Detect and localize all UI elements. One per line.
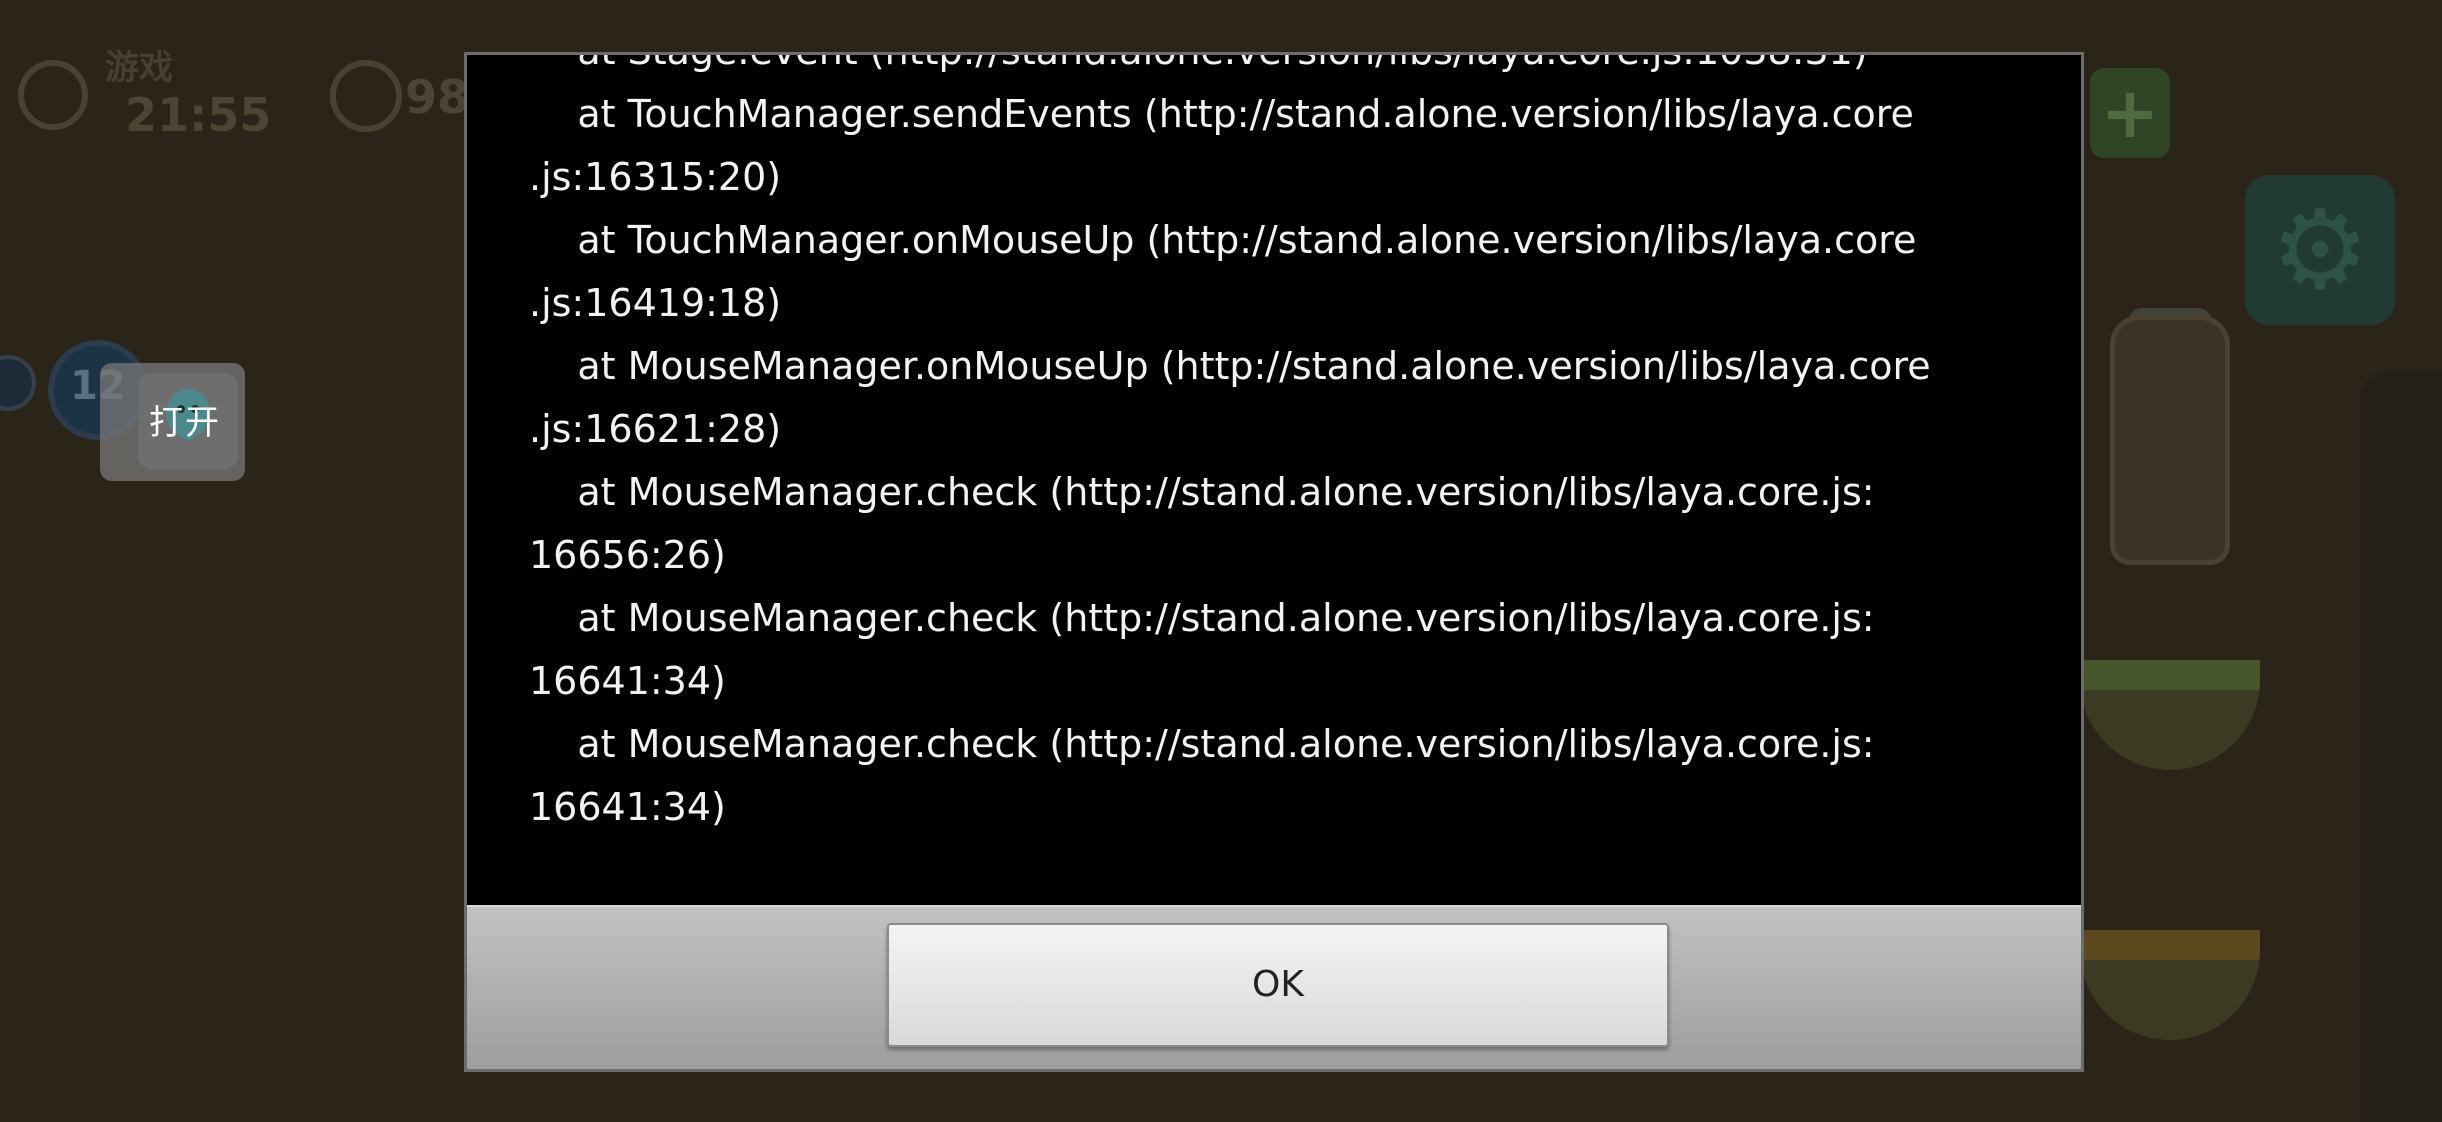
stack-trace-line: at TouchManager.onMouseUp (http://stand.… [529,218,1917,262]
pillar [2360,370,2442,1122]
stack-trace-line: .js:16621:28) [529,407,782,451]
error-stack-trace: at Stage.event (http://stand.alone.versi… [529,55,2029,839]
dialog-message-area[interactable]: at Stage.event (http://stand.alone.versi… [467,55,2081,905]
jar-image [2110,315,2230,565]
small-badge [0,355,36,411]
score-value: 98 [405,70,470,124]
bowl-image [2080,660,2260,770]
stack-trace-line: .js:16315:20) [529,155,782,199]
error-dialog: at Stage.event (http://stand.alone.versi… [464,52,2084,1072]
ok-button[interactable]: OK [887,923,1669,1047]
stack-trace-line: .js:16419:18) [529,281,782,325]
timer-value: 21:55 [125,88,272,142]
stack-trace-line: at MouseManager.onMouseUp (http://stand.… [529,344,1931,388]
stack-trace-line: at Stage.event (http://stand.alone.versi… [529,55,2029,83]
stack-trace-line: at TouchManager.sendEvents (http://stand… [529,92,1914,136]
dialog-button-bar: OK [467,905,2081,1069]
stack-trace-line: at MouseManager.check (http://stand.alon… [529,596,1875,640]
stack-trace-line: at MouseManager.check (http://stand.alon… [529,470,1875,514]
clock-icon [18,60,88,130]
timer-group: 游戏 21:55 [10,40,330,170]
stack-trace-line: 16656:26) [529,533,726,577]
stack-trace-line: at MouseManager.check (http://stand.alon… [529,722,1875,766]
open-label: 打开 [149,403,221,443]
stack-trace-line: 16641:34) [529,785,726,829]
plus-icon: + [2090,68,2170,158]
open-float-button[interactable]: 打开 [100,363,245,481]
gear-icon: ⚙ [2245,175,2395,325]
smiley-icon [330,60,402,132]
timer-label: 游戏 [105,48,173,88]
bowl-image [2080,930,2260,1040]
stack-trace-line: 16641:34) [529,659,726,703]
